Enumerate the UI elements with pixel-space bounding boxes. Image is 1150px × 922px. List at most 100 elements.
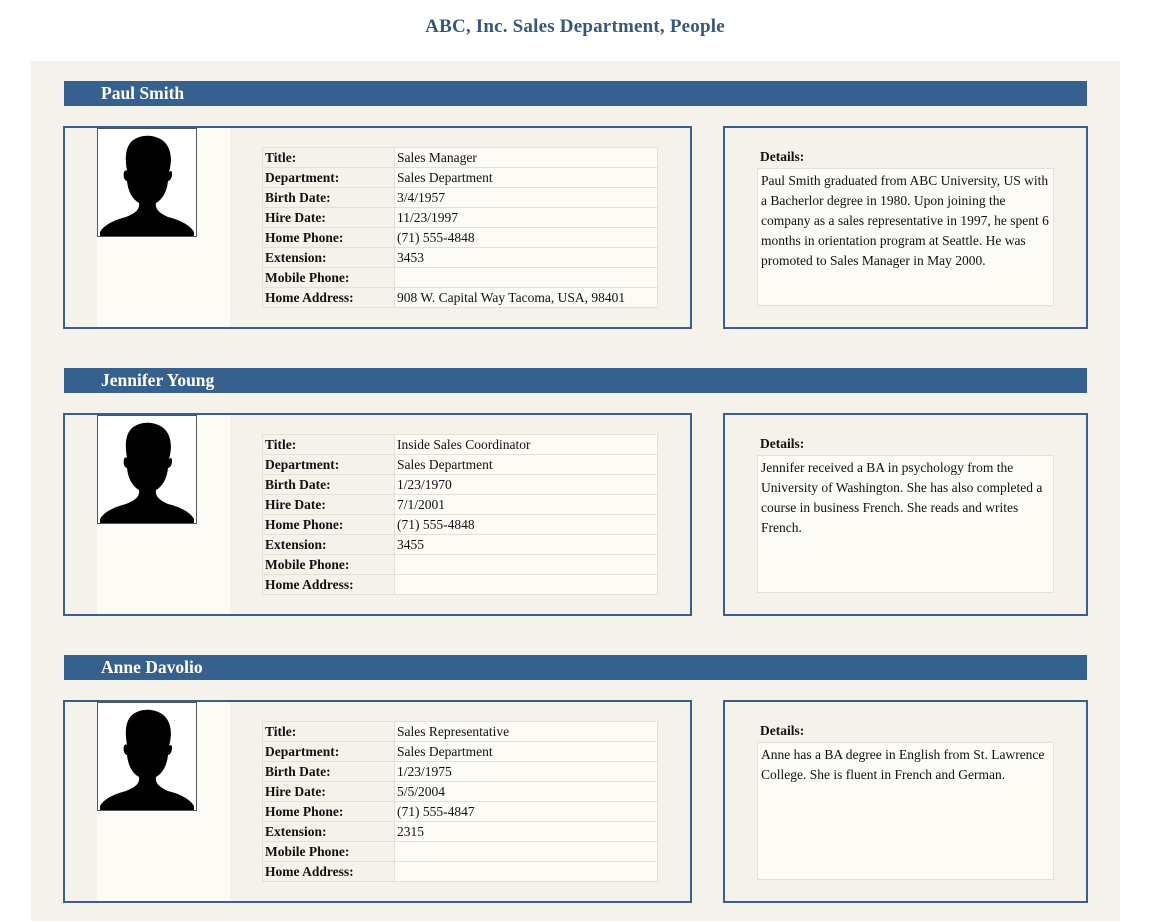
person-silhouette-icon (97, 702, 197, 811)
birth-date-value: 3/4/1957 (394, 187, 658, 208)
details-label: Details: (760, 436, 805, 451)
extension-label: Extension: (262, 534, 395, 555)
hire-date-label: Hire Date: (262, 494, 395, 515)
details-text: Anne has a BA degree in English from St.… (757, 742, 1054, 880)
department-value: Sales Department (394, 167, 658, 188)
person-info-panel: Title: Sales Manager Department: Sales Dep… (63, 126, 692, 329)
photo-column (97, 702, 230, 901)
hire-date-label: Hire Date: (262, 207, 395, 228)
table-row: Department: Sales Department (262, 454, 658, 475)
extension-value: 3455 (394, 534, 658, 555)
table-row: Department: Sales Department (262, 167, 658, 188)
home-address-value: 908 W. Capital Way Tacoma, USA, 98401 (394, 287, 658, 308)
table-row: Birth Date: 1/23/1970 (262, 474, 658, 495)
table-row: Department: Sales Department (262, 741, 658, 762)
home-phone-value: (71) 555-4848 (394, 514, 658, 535)
table-row: Extension: 3453 (262, 247, 658, 268)
page-title: ABC, Inc. Sales Department, People (425, 16, 725, 37)
home-phone-value: (71) 555-4848 (394, 227, 658, 248)
home-address-value (394, 574, 658, 595)
details-label: Details: (760, 723, 805, 738)
department-value: Sales Department (394, 741, 658, 762)
person-silhouette-icon (97, 128, 197, 237)
title-value: Sales Manager (394, 147, 658, 168)
person-info-table: Title: Sales Representative Department: Sa… (262, 721, 658, 882)
person-name-header: Jennifer Young (64, 368, 1087, 393)
table-row: Title: Sales Manager (262, 147, 658, 168)
home-address-value (394, 861, 658, 882)
hire-date-value: 11/23/1997 (394, 207, 658, 228)
mobile-phone-label: Mobile Phone: (262, 841, 395, 862)
home-phone-value: (71) 555-4847 (394, 801, 658, 822)
photo-column (97, 128, 230, 327)
mobile-phone-value (394, 841, 658, 862)
table-row: Home Address: 908 W. Capital Way Tacoma, … (262, 287, 658, 308)
extension-label: Extension: (262, 247, 395, 268)
table-row: Home Phone: (71) 555-4847 (262, 801, 658, 822)
home-address-label: Home Address: (262, 861, 395, 882)
table-row: Extension: 3455 (262, 534, 658, 555)
department-label: Department: (262, 454, 395, 475)
home-phone-label: Home Phone: (262, 801, 395, 822)
hire-date-label: Hire Date: (262, 781, 395, 802)
home-address-label: Home Address: (262, 574, 395, 595)
title-value: Inside Sales Coordinator (394, 434, 658, 455)
birth-date-label: Birth Date: (262, 474, 395, 495)
table-row: Mobile Phone: (262, 841, 658, 862)
extension-label: Extension: (262, 821, 395, 842)
birth-date-label: Birth Date: (262, 761, 395, 782)
birth-date-label: Birth Date: (262, 187, 395, 208)
person-info-table: Title: Sales Manager Department: Sales Dep… (262, 147, 658, 308)
department-label: Department: (262, 741, 395, 762)
home-phone-label: Home Phone: (262, 514, 395, 535)
department-label: Department: (262, 167, 395, 188)
table-row: Birth Date: 3/4/1957 (262, 187, 658, 208)
person-name-header: Anne Davolio (64, 655, 1087, 680)
table-row: Home Address: (262, 861, 658, 882)
table-row: Hire Date: 11/23/1997 (262, 207, 658, 228)
person-info-table: Title: Inside Sales Coordinator Departmen… (262, 434, 658, 595)
table-row: Birth Date: 1/23/1975 (262, 761, 658, 782)
table-row: Mobile Phone: (262, 554, 658, 575)
person-card: Jennifer Young Title: Inside Sales Coordi… (31, 348, 1120, 635)
table-row: Home Phone: (71) 555-4848 (262, 227, 658, 248)
title-value: Sales Representative (394, 721, 658, 742)
mobile-phone-value (394, 554, 658, 575)
person-details-panel: Details: Jennifer received a BA in psych… (723, 413, 1088, 616)
title-label: Title: (262, 721, 395, 742)
person-card: Anne Davolio Title: Sales Representative … (31, 635, 1120, 922)
table-row: Mobile Phone: (262, 267, 658, 288)
birth-date-value: 1/23/1975 (394, 761, 658, 782)
title-label: Title: (262, 434, 395, 455)
table-row: Title: Sales Representative (262, 721, 658, 742)
home-address-label: Home Address: (262, 287, 395, 308)
hire-date-value: 5/5/2004 (394, 781, 658, 802)
department-value: Sales Department (394, 454, 658, 475)
person-name-header: Paul Smith (64, 81, 1087, 106)
mobile-phone-label: Mobile Phone: (262, 554, 395, 575)
hire-date-value: 7/1/2001 (394, 494, 658, 515)
table-row: Home Address: (262, 574, 658, 595)
person-info-panel: Title: Inside Sales Coordinator Departmen… (63, 413, 692, 616)
mobile-phone-label: Mobile Phone: (262, 267, 395, 288)
birth-date-value: 1/23/1970 (394, 474, 658, 495)
table-row: Hire Date: 5/5/2004 (262, 781, 658, 802)
details-text: Paul Smith graduated from ABC University… (757, 168, 1054, 306)
details-text: Jennifer received a BA in psychology fro… (757, 455, 1054, 593)
home-phone-label: Home Phone: (262, 227, 395, 248)
person-details-panel: Details: Paul Smith graduated from ABC U… (723, 126, 1088, 329)
table-row: Title: Inside Sales Coordinator (262, 434, 658, 455)
table-row: Hire Date: 7/1/2001 (262, 494, 658, 515)
person-info-panel: Title: Sales Representative Department: Sa… (63, 700, 692, 903)
table-row: Home Phone: (71) 555-4848 (262, 514, 658, 535)
title-label: Title: (262, 147, 395, 168)
mobile-phone-value (394, 267, 658, 288)
extension-value: 2315 (394, 821, 658, 842)
details-label: Details: (760, 149, 805, 164)
table-row: Extension: 2315 (262, 821, 658, 842)
extension-value: 3453 (394, 247, 658, 268)
person-details-panel: Details: Anne has a BA degree in English… (723, 700, 1088, 903)
photo-column (97, 415, 230, 614)
person-card: Paul Smith Title: Sales Manager Departmen… (31, 61, 1120, 348)
people-list: Paul Smith Title: Sales Manager Departmen… (31, 61, 1120, 921)
